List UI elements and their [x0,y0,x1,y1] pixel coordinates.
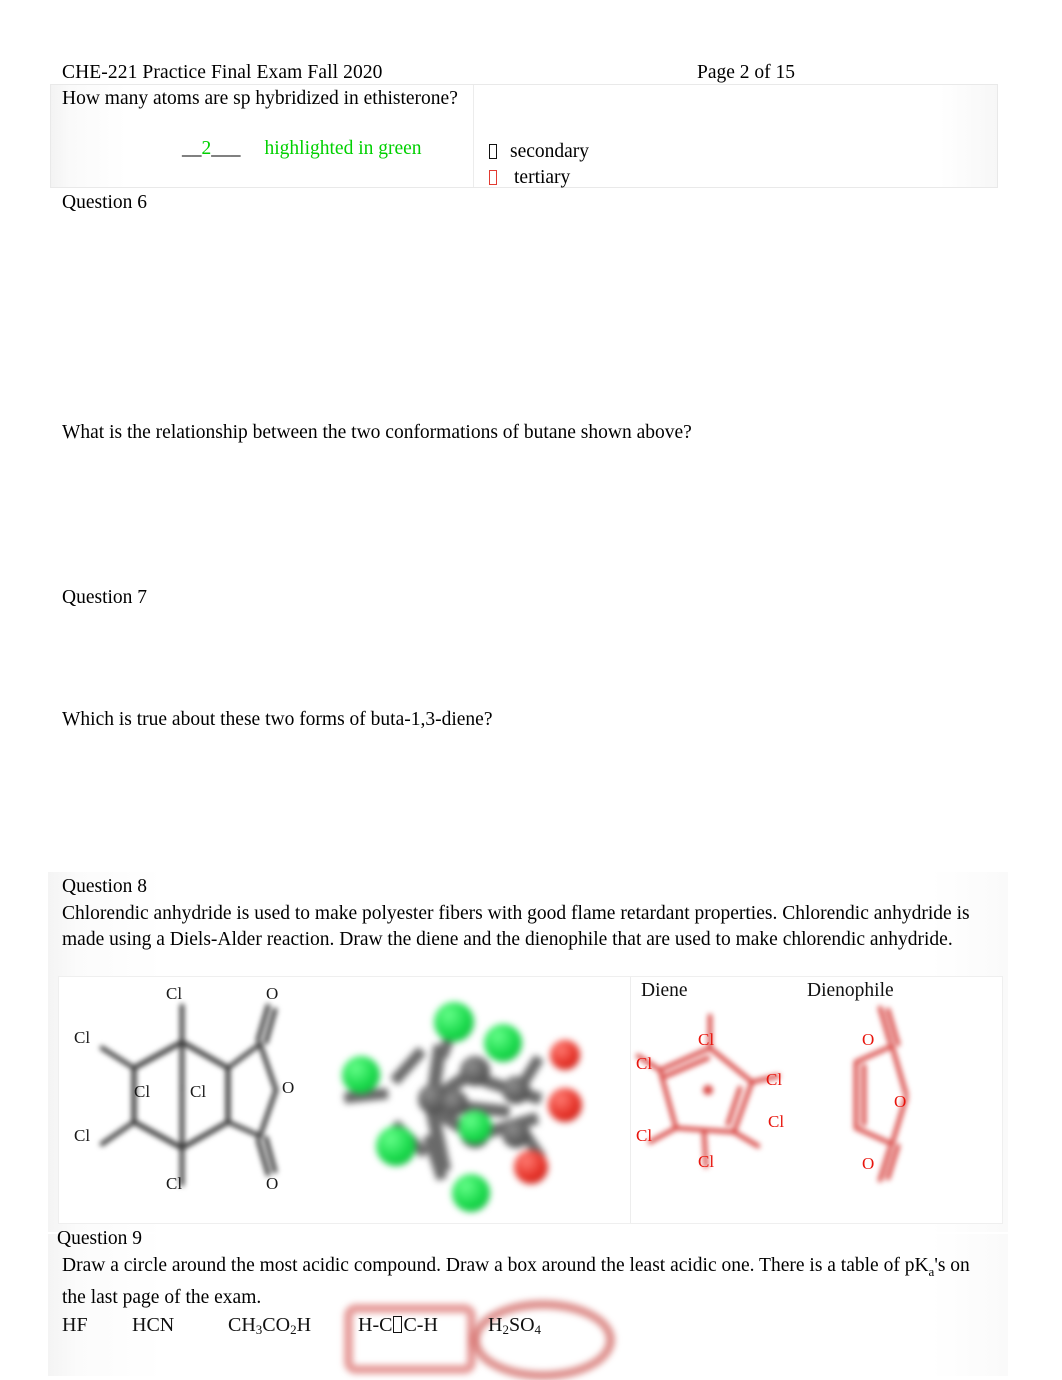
atom-label-cl: Cl [768,1112,785,1131]
exam-header-title: CHE-221 Practice Final Exam Fall 2020 [62,62,383,83]
circle-annotation [471,1300,615,1380]
question9-heading: Question 9 [57,1228,143,1249]
atom-label-o: O [266,984,279,1003]
dienophile-answer-drawing: O O O [820,978,1000,1222]
missing-glyph-box-icon [489,170,497,185]
maleic-anhydride-drawing [853,1005,909,1183]
missing-glyph-box-icon [489,144,497,159]
answer-blank-trail: ___ [211,138,241,159]
compound-acetic-acid: CH3CO2H [228,1314,312,1337]
choice-tertiary[interactable]: tertiary [489,167,570,189]
question6-text: What is the relationship between the two… [62,422,692,443]
atom-label-cl: Cl [636,1126,653,1145]
atom-label-cl: Cl [74,1028,91,1047]
question7-text: Which is true about these two forms of b… [62,709,493,730]
question7-missing-figure [62,617,962,701]
question7-heading: Question 7 [62,587,148,608]
table-column-divider [473,85,474,187]
chlorendic-anhydride-skeletal-structure: Cl Cl Cl Cl Cl Cl O O O [62,978,322,1222]
compound-sulfuric-acid: H2SO4 [488,1314,542,1337]
pka-prefix: pK [904,1255,929,1276]
atom-label-o: O [862,1030,875,1049]
atom-label-cl: Cl [698,1030,715,1049]
answer-value: 2 [201,138,212,159]
question9-line1: Draw a circle around the most acidic com… [62,1255,900,1276]
figure-column-divider [630,977,631,1223]
atom-label-o: O [862,1154,875,1173]
question8-text: Chlorendic anhydride is used to make pol… [62,903,970,950]
ball-and-stick-render [332,978,622,1222]
missing-glyph-box-icon [393,1316,403,1333]
question8-heading: Question 8 [62,876,148,897]
diene-answer-drawing: Cl Cl Cl Cl Cl Cl [635,978,826,1222]
compound-acetylene: H-C C-H [358,1314,438,1336]
compound-hcn: HCN [132,1314,175,1336]
answer-blank-lead: __ [182,138,202,159]
choice-secondary-label: secondary [510,141,590,162]
atom-label-cl: Cl [636,1054,653,1073]
compound-hf: HF [62,1314,88,1336]
page-number: Page 2 of 15 [697,62,796,83]
answer-note: highlighted in green [264,138,422,159]
choice-secondary[interactable]: secondary [489,141,589,163]
atom-label-cl: Cl [698,1152,715,1171]
question6-missing-figure [62,222,962,414]
question5-prompt: How many atoms are sp hybridized in ethi… [62,88,458,109]
question9-compound-row: HF HCN CH3CO2H H-C C-H H2SO4 [56,1300,1006,1380]
atom-label-o: O [894,1092,907,1111]
hexachlorocyclopentadiene-drawing [635,1013,781,1169]
chlorendic-anhydride-3d-model [332,978,622,1222]
question7-missing-figure-lower [62,740,962,870]
atom-label-cl: Cl [74,1126,91,1145]
question6-heading: Question 6 [62,192,148,213]
atom-label-cl: Cl [190,1082,207,1101]
atom-label-o: O [266,1174,279,1193]
atom-label-cl: Cl [166,1174,183,1193]
choice-tertiary-label: tertiary [514,167,571,188]
atom-label-cl: Cl [166,984,183,1003]
atom-label-cl: Cl [766,1070,783,1089]
atom-label-o: O [282,1078,295,1097]
exam-page: CHE-221 Practice Final Exam Fall 2020 Pa… [0,0,1062,1380]
question5-answer-line: __2___ highlighted in green [182,138,422,160]
atom-label-cl: Cl [134,1082,151,1101]
